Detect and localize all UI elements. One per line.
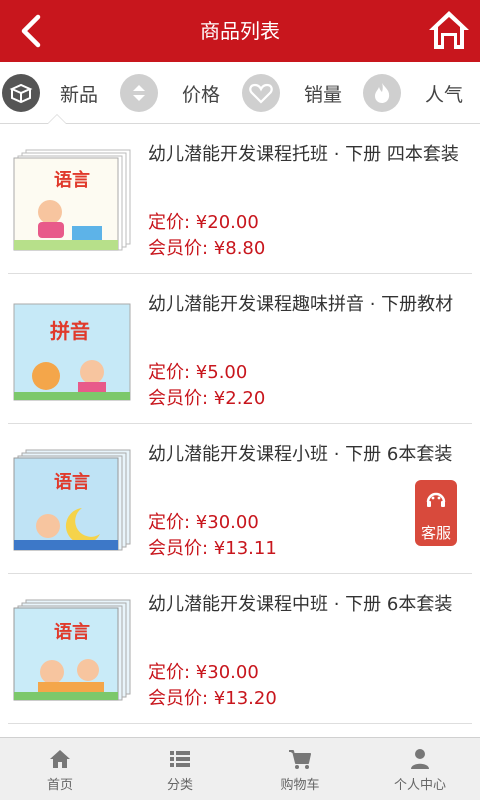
nav-label: 分类 xyxy=(166,778,193,793)
page-title: 商品列表 xyxy=(200,19,280,43)
customer-service-button[interactable]: 客服 xyxy=(415,480,457,546)
sort-tab-price-label: 价格 xyxy=(182,83,221,106)
product-name[interactable]: 幼儿潜能开发课程趣味拼音 · 下册教材 xyxy=(148,292,478,318)
nav-item-category[interactable]: 分类 xyxy=(120,738,240,800)
product-list-price: 定价: ¥30.00 xyxy=(148,512,259,533)
sort-arrows-icon xyxy=(120,74,158,112)
home-icon[interactable] xyxy=(426,8,472,52)
nav-item-profile[interactable]: 个人中心 xyxy=(360,738,480,800)
product-member-price: 会员价: ¥8.80 xyxy=(148,238,266,259)
active-tab-indicator xyxy=(47,114,67,124)
product-thumbnail[interactable]: 语言 xyxy=(12,448,134,552)
nav-label: 首页 xyxy=(46,778,73,793)
product-cover-title: 语言 xyxy=(54,621,90,643)
product-name[interactable]: 幼儿潜能开发课程小班 · 下册 6本套装 xyxy=(148,442,478,468)
box-icon xyxy=(2,74,40,112)
user-icon xyxy=(411,749,429,769)
product-cover-title: 拼音 xyxy=(50,319,90,343)
product-item[interactable]: 语言 幼儿潜能开发课程托班 · 下册 四本套装 定价: ¥20.00 会员价: … xyxy=(8,124,472,274)
product-member-price: 会员价: ¥13.11 xyxy=(148,538,277,559)
product-cover-title: 语言 xyxy=(54,471,90,493)
sort-tab-new-label: 新品 xyxy=(60,83,99,106)
product-name[interactable]: 幼儿潜能开发课程托班 · 下册 四本套装 xyxy=(148,142,478,168)
product-list-price: 定价: ¥30.00 xyxy=(148,662,259,683)
product-item[interactable]: 语言 幼儿潜能开发课程中班 · 下册 6本套装 定价: ¥30.00 会员价: … xyxy=(8,574,472,724)
headset-icon xyxy=(426,492,446,507)
product-list: 语言 幼儿潜能开发课程托班 · 下册 四本套装 定价: ¥20.00 会员价: … xyxy=(0,124,480,724)
sort-tab-popularity[interactable]: 人气 xyxy=(363,62,463,124)
product-thumbnail[interactable]: 语言 xyxy=(12,598,134,702)
product-thumbnail[interactable]: 拼音 xyxy=(12,298,134,402)
product-member-price: 会员价: ¥13.20 xyxy=(148,688,277,709)
product-item[interactable]: 拼音 幼儿潜能开发课程趣味拼音 · 下册教材 定价: ¥5.00 会员价: ¥2… xyxy=(8,274,472,424)
home-icon xyxy=(50,750,70,768)
nav-label: 购物车 xyxy=(280,778,320,793)
product-member-price: 会员价: ¥2.20 xyxy=(148,388,266,409)
list-icon xyxy=(170,751,190,767)
sort-tab-sales-label: 销量 xyxy=(304,83,343,106)
cart-icon xyxy=(289,750,311,769)
product-item[interactable]: 语言 幼儿潜能开发课程小班 · 下册 6本套装 定价: ¥30.00 会员价: … xyxy=(8,424,472,574)
header-bar: 商品列表 xyxy=(0,0,480,62)
product-list-price: 定价: ¥5.00 xyxy=(148,362,248,383)
nav-item-cart[interactable]: 购物车 xyxy=(240,738,360,800)
sort-tab-popularity-label: 人气 xyxy=(425,83,464,106)
product-thumbnail[interactable]: 语言 xyxy=(12,148,134,252)
bottom-nav: 首页 分类 购物车 个人中心 xyxy=(0,737,480,800)
sort-tab-price[interactable]: 价格 xyxy=(120,62,220,124)
product-list-price: 定价: ¥20.00 xyxy=(148,212,259,233)
nav-item-home[interactable]: 首页 xyxy=(0,738,120,800)
heart-icon xyxy=(242,74,280,112)
product-cover-title: 语言 xyxy=(54,169,90,191)
sort-tab-sales[interactable]: 销量 xyxy=(242,62,342,124)
nav-label: 个人中心 xyxy=(393,778,446,793)
product-name[interactable]: 幼儿潜能开发课程中班 · 下册 6本套装 xyxy=(148,592,478,618)
customer-service-label: 客服 xyxy=(420,524,451,542)
sort-bar: 新品 价格 销量 人气 xyxy=(0,62,480,124)
flame-icon xyxy=(363,74,401,112)
